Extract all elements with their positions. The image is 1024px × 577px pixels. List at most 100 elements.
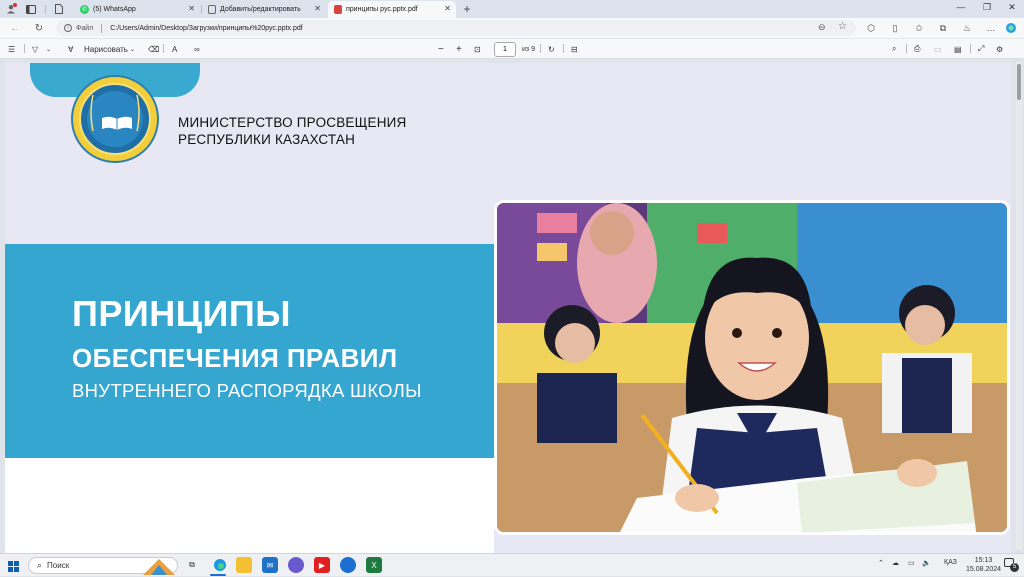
close-icon[interactable]: ✕ (314, 4, 321, 13)
slide-page: МИНИСТЕРСТВО ПРОСВЕЩЕНИЯ РЕСПУБЛИКИ КАЗА… (5, 63, 1011, 553)
read-aloud-icon[interactable]: A (172, 42, 177, 56)
settings-gear-icon[interactable]: ⚙ (996, 42, 1003, 56)
clock-time: 15:13 (974, 557, 993, 564)
file-explorer-icon[interactable] (236, 557, 252, 573)
favorite-star-icon[interactable]: ☆ (838, 21, 847, 32)
refresh-icon[interactable]: ↻ (32, 21, 46, 35)
ministry-line-1: МИНИСТЕРСТВО ПРОСВЕЩЕНИЯ (178, 115, 407, 130)
search-icon: ⌕ (37, 560, 43, 570)
whatsapp-icon: ✆ (80, 5, 89, 14)
page-view-icon[interactable]: ⊟ (571, 42, 578, 56)
ministry-name: МИНИСТЕРСТВО ПРОСВЕЩЕНИЯ РЕСПУБЛИКИ КАЗА… (178, 114, 407, 148)
zoom-out-icon[interactable]: − (438, 42, 444, 56)
notification-icon[interactable]: 5 (1004, 558, 1019, 572)
task-view-icon[interactable]: ⧉ (184, 557, 200, 573)
close-icon[interactable]: ✕ (188, 4, 195, 13)
wheat-icon (90, 94, 94, 132)
toolbar-separator (540, 44, 541, 53)
wheat-icon (136, 94, 140, 132)
mail-icon[interactable]: ✉ (262, 557, 278, 573)
pdf-toolbar: ☰ ▽ ⌄ ∀ Нарисовать ⌄ ⌫ A ∞ − + ⊡ 1 из 9 … (0, 38, 1024, 59)
ministry-line-2: РЕСПУБЛИКИ КАЗАХСТАН (178, 132, 356, 147)
minimize-icon[interactable]: — (954, 2, 968, 12)
tab-whatsapp[interactable]: ✆ (5) WhatsApp ✕ (74, 1, 200, 18)
fullscreen-icon[interactable]: ⤢ (978, 42, 984, 56)
zoom-in-icon[interactable]: + (456, 42, 462, 56)
search-icon[interactable]: ⌕ (892, 42, 896, 56)
workspaces-icon[interactable] (24, 3, 38, 15)
tab-strip: ✆ (5) WhatsApp ✕ Добавить/редактировать … (0, 0, 1024, 18)
url-box[interactable]: i Файл C:/Users/Admin/Desktop/Загрузки/п… (56, 20, 856, 36)
start-icon[interactable] (8, 559, 19, 577)
volume-icon[interactable]: 🔈 (922, 559, 931, 567)
new-tab-icon[interactable]: + (460, 2, 474, 16)
slide-title: ПРИНЦИПЫ (72, 293, 292, 334)
excel-icon[interactable]: X (366, 557, 382, 573)
back-icon[interactable]: ← (8, 21, 22, 35)
clock[interactable]: 15:13 15.08.2024 (966, 556, 1001, 574)
page-number-input[interactable]: 1 (494, 42, 516, 57)
eraser-icon[interactable]: ⌫ (148, 42, 159, 56)
ministry-logo (71, 75, 159, 163)
performance-icon[interactable]: ♨ (960, 21, 974, 35)
slide-bottom-area (5, 458, 494, 553)
tab-label: принципы рус.pptx.pdf (346, 6, 418, 13)
url-text[interactable]: C:/Users/Admin/Desktop/Загрузки/принципы… (110, 25, 303, 32)
print-icon[interactable]: ⎙ (914, 42, 920, 56)
onedrive-icon[interactable]: ☁ (892, 559, 899, 567)
toolbar-separator (163, 44, 164, 53)
contents-icon[interactable]: ☰ (8, 42, 15, 56)
fit-page-icon[interactable]: ⊡ (474, 42, 481, 56)
toolbar-separator (970, 44, 971, 53)
scrollbar-thumb[interactable] (1017, 64, 1021, 100)
copilot-icon[interactable] (1004, 21, 1018, 35)
taskbar-search[interactable]: ⌕ Поиск (28, 557, 178, 575)
highlight-icon[interactable]: ▽ (32, 42, 38, 56)
info-icon[interactable]: i (64, 24, 72, 32)
tab-actions-icon[interactable] (52, 3, 66, 15)
taskbar: ⌕ Поиск ⧉ ✉ ▶ X ⌃ ☁ ▭ 🔈 ҚАЗ 15:13 15.08.… (0, 553, 1024, 576)
collections-icon[interactable]: ⧉ (936, 21, 950, 35)
save-as-icon[interactable]: ▤ (954, 42, 962, 56)
network-icon[interactable]: ▭ (908, 559, 915, 567)
close-window-icon[interactable]: ✕ (1005, 2, 1019, 13)
browser-app-icon[interactable] (340, 557, 356, 573)
tab-separator (45, 5, 46, 14)
chevron-down-icon[interactable]: ⌄ (130, 42, 135, 56)
tab-label: Добавить/редактировать (220, 6, 301, 13)
draw-button[interactable]: Нарисовать (84, 42, 128, 56)
slide-subtitle-2: ВНУТРЕННЕГО РАСПОРЯДКА ШКОЛЫ (72, 380, 422, 401)
split-screen-icon[interactable]: ▯ (888, 21, 902, 35)
favorites-icon[interactable]: ✩ (912, 21, 926, 35)
translate-icon[interactable]: ∞ (194, 42, 200, 56)
toolbar-separator (24, 44, 25, 53)
tab-label: (5) WhatsApp (93, 6, 136, 13)
url-scheme: Файл (76, 24, 94, 32)
classroom-photo (494, 200, 1010, 535)
restore-icon[interactable]: ❐ (980, 2, 994, 13)
book-icon (102, 116, 132, 130)
close-icon[interactable]: ✕ (444, 4, 451, 13)
edge-icon[interactable] (212, 557, 228, 573)
search-placeholder: Поиск (47, 561, 70, 570)
page-total: из 9 (522, 45, 535, 53)
chevron-down-icon[interactable]: ⌄ (46, 42, 51, 56)
copilot-app-icon[interactable] (288, 557, 304, 573)
url-divider (101, 23, 103, 33)
rotate-icon[interactable]: ↻ (548, 42, 555, 56)
address-bar: ← ↻ i Файл C:/Users/Admin/Desktop/Загруз… (0, 18, 1024, 38)
youtube-icon[interactable]: ▶ (314, 557, 330, 573)
extension-icon[interactable]: ⬡ (864, 21, 878, 35)
toolbar-separator (906, 44, 907, 53)
draw-icon[interactable]: ∀ (68, 42, 73, 56)
show-hidden-icons[interactable]: ⌃ (878, 559, 884, 567)
search-highlight-icon (141, 557, 177, 575)
zoom-icon[interactable]: ⊖ (818, 22, 826, 33)
save-icon[interactable]: ▭ (934, 42, 942, 56)
tab-pdf[interactable]: принципы рус.pptx.pdf ✕ (328, 1, 456, 18)
tab-edit[interactable]: Добавить/редактировать ✕ (202, 1, 326, 18)
page-icon (208, 5, 216, 14)
language-indicator[interactable]: ҚАЗ (944, 559, 957, 566)
scrollbar[interactable] (1016, 62, 1022, 550)
more-options-icon[interactable]: … (984, 21, 998, 35)
